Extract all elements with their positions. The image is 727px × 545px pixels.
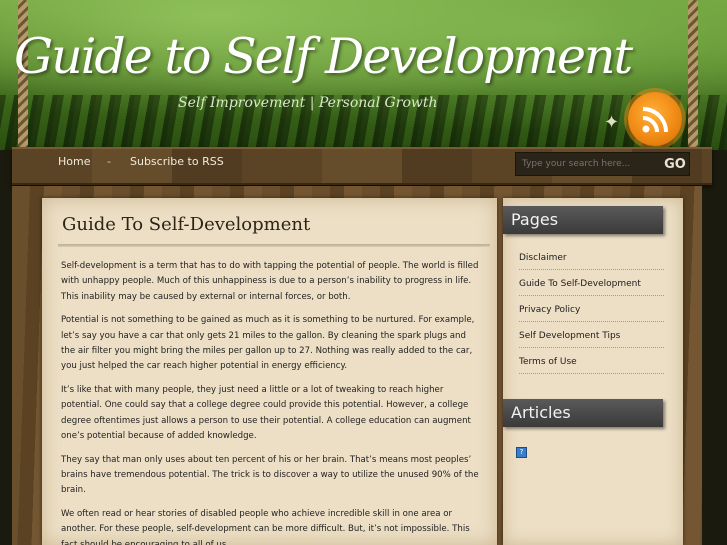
article-icon[interactable]: ? [516, 447, 527, 458]
rope-right-decoration [688, 0, 698, 148]
sidebar-page-privacy[interactable]: Privacy Policy [519, 305, 664, 322]
search-go-button[interactable]: GO [659, 154, 691, 174]
site-title[interactable]: Guide to Self Development [14, 28, 633, 85]
pages-widget-title: Pages [503, 206, 663, 234]
nav-subscribe-link[interactable]: Subscribe to RSS [130, 155, 224, 168]
post-title[interactable]: Guide To Self-Development [62, 214, 310, 235]
title-divider [58, 244, 490, 247]
main-navigation: Home - Subscribe to RSS GO [12, 147, 712, 185]
post-paragraph: It’s like that with many people, they ju… [61, 385, 471, 441]
site-tagline: Self Improvement | Personal Growth [178, 95, 438, 111]
post-body: Self-development is a term that has to d… [61, 259, 479, 545]
search-form: GO [515, 152, 690, 176]
nav-home-link[interactable]: Home [58, 155, 90, 168]
sidebar-page-terms[interactable]: Terms of Use [519, 357, 664, 374]
post-paragraph: Potential is not something to be gained … [61, 315, 475, 372]
post-paragraph: Self-development is a term that has to d… [61, 261, 479, 302]
sidebar-page-tips[interactable]: Self Development Tips [519, 331, 664, 348]
nav-separator: - [107, 155, 111, 168]
rss-feed-link[interactable]: ✦ [604, 92, 686, 146]
articles-widget-title: Articles [503, 399, 663, 427]
post-paragraph: They say that man only uses about ten pe… [61, 454, 479, 496]
sidebar-page-disclaimer[interactable]: Disclaimer [519, 253, 664, 270]
search-input[interactable] [518, 155, 648, 173]
sidebar-page-guide[interactable]: Guide To Self-Development [519, 279, 664, 296]
rss-icon[interactable] [628, 92, 682, 146]
bird-icon: ✦ [604, 112, 620, 133]
post-paragraph: We often read or hear stories of disable… [61, 509, 470, 545]
